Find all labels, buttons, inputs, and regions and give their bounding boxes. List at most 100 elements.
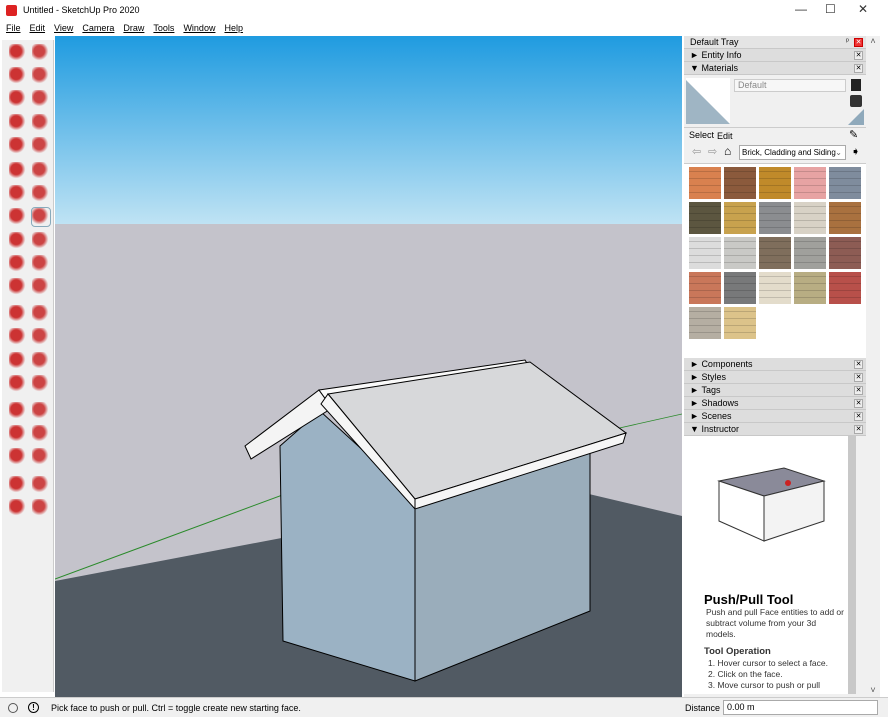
info-icon[interactable]: ! — [28, 702, 39, 713]
select-tool-icon[interactable] — [9, 44, 27, 62]
panel-shadows[interactable]: ► Shadows ✕ — [684, 397, 866, 410]
3d-text-tool-icon[interactable] — [32, 328, 50, 347]
material-swatch[interactable] — [794, 167, 826, 199]
panel-close-button[interactable]: ✕ — [854, 373, 863, 382]
circle-tool-icon[interactable] — [9, 136, 27, 155]
tab-edit[interactable]: Edit — [717, 131, 733, 141]
material-swatch[interactable] — [759, 202, 791, 234]
polygon-tool-icon[interactable] — [32, 136, 50, 155]
panel-materials[interactable]: ▼ Materials ✕ — [684, 62, 866, 75]
tape-measure-tool-icon[interactable] — [9, 278, 27, 296]
offset-tool-icon[interactable] — [32, 254, 50, 273]
maximize-button[interactable]: ☐ — [825, 2, 836, 16]
pin-icon[interactable]: ᵖ — [843, 38, 852, 47]
forward-arrow-icon[interactable]: ⇨ — [708, 145, 717, 158]
menu-help[interactable]: Help — [224, 23, 243, 33]
material-swatch[interactable] — [689, 167, 721, 199]
scroll-up-icon[interactable]: ˄ — [866, 36, 880, 46]
extension-manager-tool-icon[interactable] — [32, 498, 50, 517]
text-tool-icon[interactable] — [32, 305, 50, 324]
tab-select[interactable]: Select — [689, 130, 714, 140]
material-swatch[interactable] — [689, 237, 721, 269]
zoom-extents-tool-icon[interactable] — [9, 402, 27, 420]
rotate-tool-icon[interactable] — [9, 231, 27, 250]
walk-tool-icon[interactable] — [9, 448, 27, 467]
details-arrow-icon[interactable]: ➧ — [851, 145, 860, 158]
create-material-icon[interactable] — [851, 79, 861, 91]
material-swatch[interactable] — [829, 272, 861, 304]
freehand-tool-icon[interactable] — [32, 90, 50, 109]
geo-location-icon[interactable] — [8, 702, 18, 713]
panel-scenes[interactable]: ► Scenes ✕ — [684, 410, 866, 423]
rotated-rectangle-tool-icon[interactable] — [32, 113, 50, 132]
panel-close-button[interactable]: ✕ — [854, 360, 863, 369]
material-swatch[interactable] — [829, 202, 861, 234]
dimension-tool-icon[interactable] — [32, 278, 50, 296]
material-swatch[interactable] — [689, 307, 721, 339]
menu-edit[interactable]: Edit — [30, 23, 46, 33]
material-swatch[interactable] — [794, 237, 826, 269]
3d-viewport[interactable] — [55, 36, 682, 697]
extension-warehouse-tool-icon[interactable] — [32, 475, 50, 494]
panel-close-button[interactable]: ✕ — [854, 51, 863, 60]
panel-close-button[interactable]: ✕ — [854, 425, 863, 434]
back-arrow-icon[interactable]: ⇦ — [692, 145, 701, 158]
panel-close-button[interactable]: ✕ — [854, 412, 863, 421]
zoom-tool-icon[interactable] — [9, 374, 27, 393]
line-tool-icon[interactable] — [9, 90, 27, 109]
position-camera-tool-icon[interactable] — [9, 425, 27, 444]
scroll-down-icon[interactable]: ˅ — [866, 685, 880, 695]
2-point-arc-tool-icon[interactable] — [32, 162, 50, 180]
sample-paint-icon[interactable]: ✎ — [849, 128, 858, 141]
library-dropdown[interactable]: Brick, Cladding and Siding ⌄ — [739, 145, 846, 160]
material-swatch[interactable] — [759, 167, 791, 199]
push-pull-tool-icon[interactable] — [31, 207, 51, 228]
eraser-alt-tool-icon[interactable] — [32, 67, 50, 86]
material-swatch[interactable] — [829, 167, 861, 199]
3-point-arc-tool-icon[interactable] — [9, 185, 27, 204]
material-swatch[interactable] — [689, 202, 721, 234]
protractor-tool-icon[interactable] — [9, 305, 27, 324]
menu-tools[interactable]: Tools — [153, 23, 174, 33]
material-swatch[interactable] — [724, 202, 756, 234]
material-swatch[interactable] — [724, 237, 756, 269]
orbit-tool-icon[interactable] — [9, 351, 27, 370]
layout-tool-icon[interactable] — [9, 498, 27, 517]
pan-tool-icon[interactable] — [32, 351, 50, 370]
follow-me-tool-icon[interactable] — [32, 231, 50, 250]
material-swatch[interactable] — [724, 307, 756, 339]
panel-components[interactable]: ► Components ✕ — [684, 358, 866, 371]
panel-instructor[interactable]: ▼ Instructor ✕ — [684, 423, 866, 436]
panel-close-button[interactable]: ✕ — [854, 64, 863, 73]
pie-tool-icon[interactable] — [32, 185, 50, 204]
zoom-window-tool-icon[interactable] — [32, 374, 50, 393]
panel-entity-info[interactable]: ► Entity Info ✕ — [684, 49, 866, 62]
3d-warehouse-tool-icon[interactable] — [9, 475, 27, 494]
material-swatch[interactable] — [759, 237, 791, 269]
arc-tool-icon[interactable] — [9, 162, 27, 180]
look-around-tool-icon[interactable] — [32, 425, 50, 444]
tray-scrollbar[interactable]: ˄ ˅ — [866, 36, 880, 697]
tray-close-button[interactable]: ✕ — [854, 38, 863, 47]
distance-input[interactable]: 0.00 m — [723, 700, 878, 715]
display-secondary-icon[interactable] — [850, 95, 862, 107]
minimize-button[interactable]: — — [795, 2, 807, 16]
panel-styles[interactable]: ► Styles ✕ — [684, 371, 866, 384]
section-plane-tool-icon[interactable] — [32, 448, 50, 467]
menu-window[interactable]: Window — [183, 23, 215, 33]
panel-close-button[interactable]: ✕ — [854, 399, 863, 408]
material-swatch[interactable] — [794, 202, 826, 234]
previous-tool-icon[interactable] — [32, 402, 50, 420]
material-swatch[interactable] — [724, 272, 756, 304]
paint-bucket-tool-icon[interactable] — [9, 67, 27, 86]
material-swatch[interactable] — [724, 167, 756, 199]
eraser-tool-icon[interactable] — [32, 44, 50, 62]
menu-view[interactable]: View — [54, 23, 73, 33]
move-tool-icon[interactable] — [9, 208, 27, 227]
material-swatch[interactable] — [689, 272, 721, 304]
panel-tags[interactable]: ► Tags ✕ — [684, 384, 866, 397]
default-material-icon[interactable] — [848, 109, 864, 125]
panel-close-button[interactable]: ✕ — [854, 386, 863, 395]
material-name-field[interactable]: Default — [734, 79, 846, 92]
material-swatch[interactable] — [759, 272, 791, 304]
